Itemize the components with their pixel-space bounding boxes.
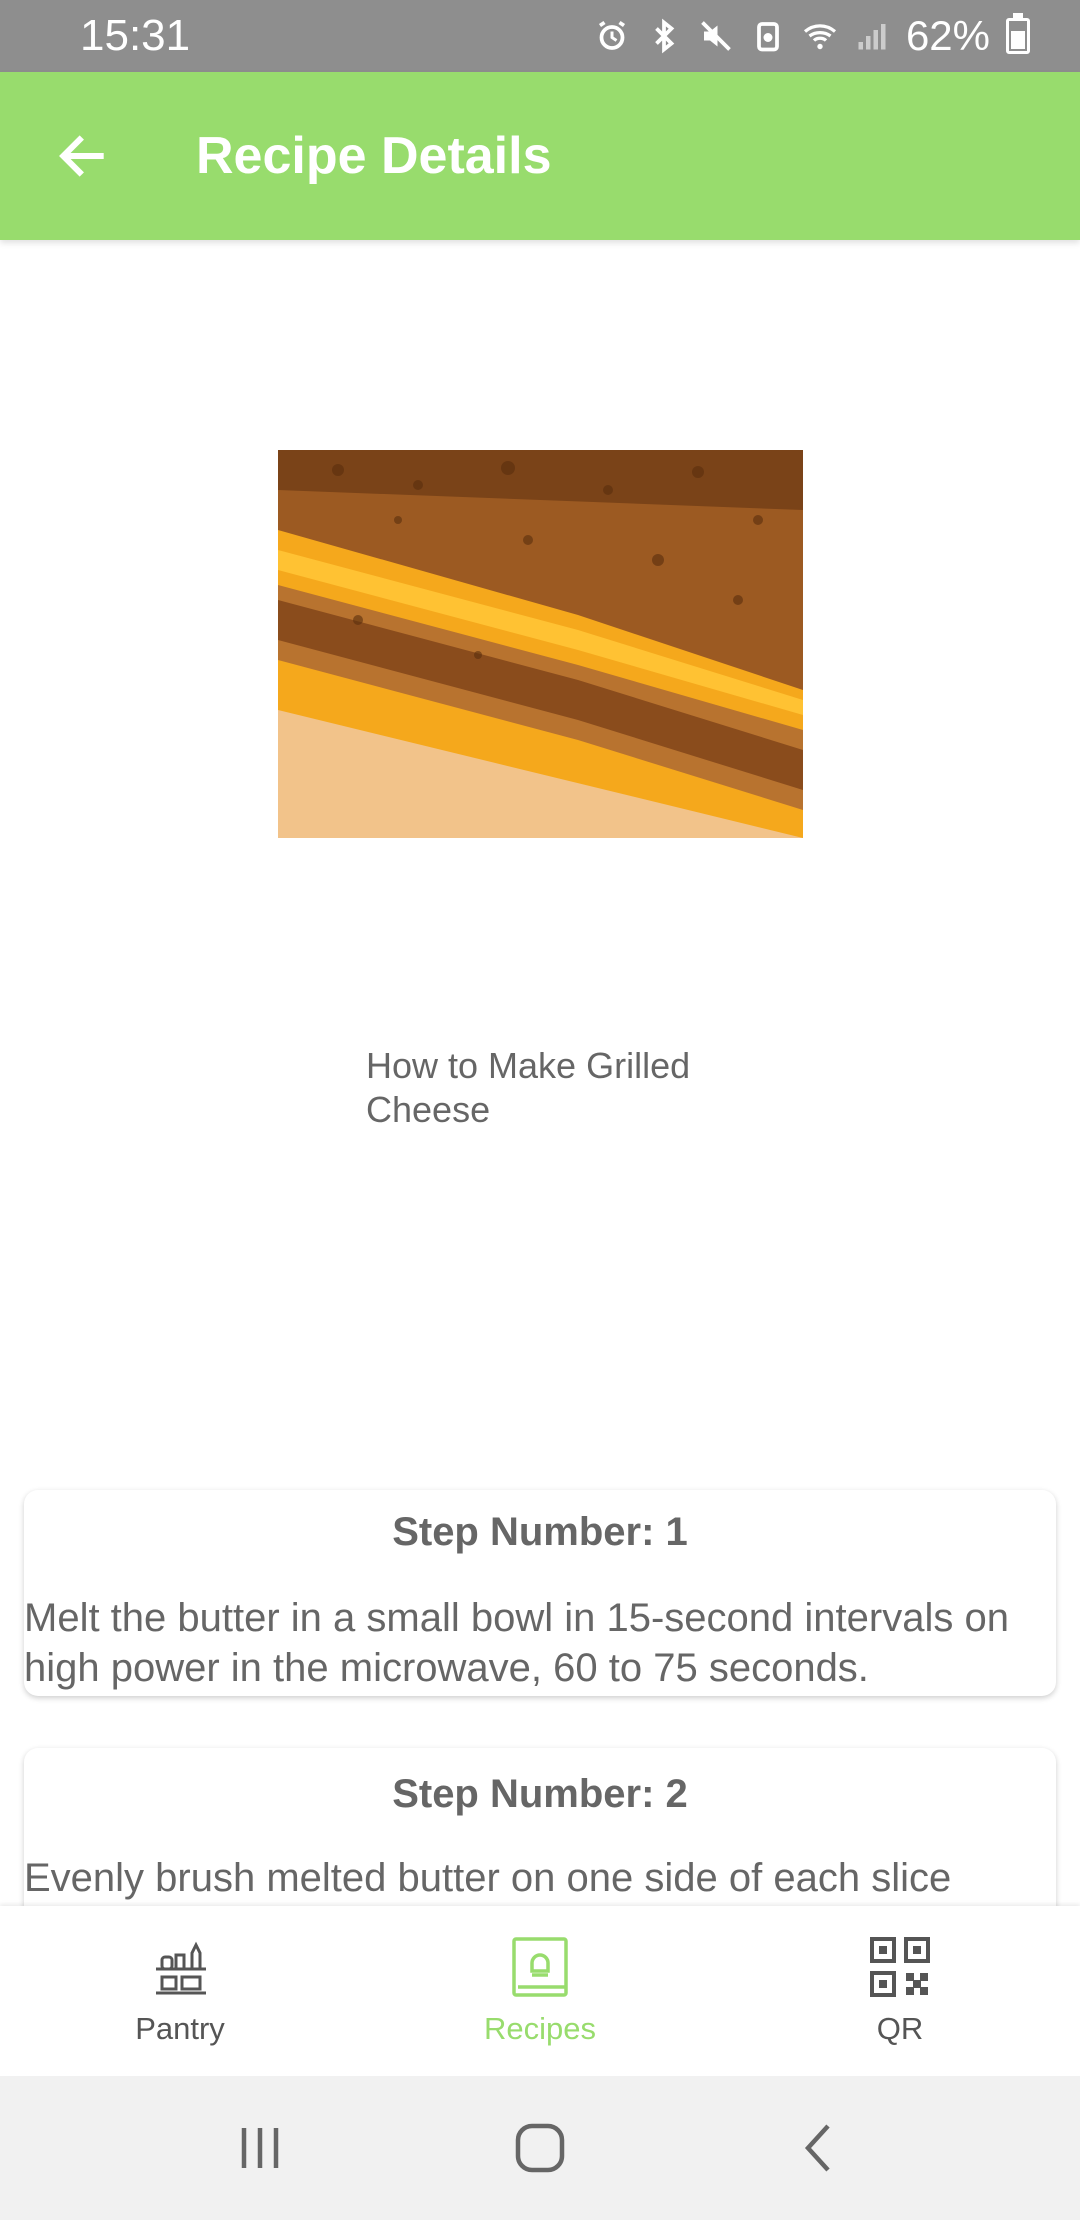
back-button[interactable] [22, 72, 142, 240]
step-card: Step Number: 1 Melt the butter in a smal… [24, 1490, 1056, 1696]
status-icons: 62% [594, 12, 1030, 60]
step-heading: Step Number: 2 [392, 1772, 688, 1816]
recipe-image [278, 450, 803, 838]
battery-saver-icon [757, 22, 779, 52]
pantry-icon [156, 1941, 206, 1995]
nav-item-recipes[interactable]: Recipes [360, 1906, 720, 2076]
recipe-title: How to Make Grilled Cheese [366, 1045, 691, 1130]
recipe-book-icon [512, 1937, 568, 1997]
nav-label-recipes: Recipes [484, 2011, 596, 2046]
signal-icon [858, 24, 886, 50]
grilled-cheese-image [278, 450, 803, 838]
bottom-navigation: Pantry Recipes QR [0, 1906, 1080, 2076]
step-text: Evenly brush melted butter on one side o… [24, 1856, 952, 1900]
alarm-icon [598, 20, 625, 50]
system-navigation-bar [0, 2076, 1080, 2220]
status-time: 15:31 [80, 11, 191, 60]
bluetooth-icon [655, 18, 675, 54]
page-title: Recipe Details [196, 127, 552, 185]
battery-icon [1006, 13, 1030, 54]
arrow-back-icon [59, 135, 104, 177]
status-bar: 15:31 62% [0, 0, 1080, 72]
step-heading: Step Number: 1 [392, 1510, 688, 1554]
nav-item-qr[interactable]: QR [720, 1906, 1080, 2076]
recent-apps-icon[interactable] [230, 2118, 290, 2178]
back-icon[interactable] [790, 2118, 850, 2178]
battery-percent: 62% [905, 12, 990, 59]
qr-code-icon [870, 1937, 930, 1997]
wifi-icon [803, 24, 836, 50]
nav-label-qr: QR [876, 2011, 924, 2046]
nav-label-pantry: Pantry [135, 2011, 225, 2046]
nav-item-pantry[interactable]: Pantry [0, 1906, 360, 2076]
step-text: Melt the butter in a small bowl in 15-se… [24, 1596, 1009, 1690]
app-bar: Recipe Details [0, 72, 1080, 240]
mute-icon [701, 21, 731, 51]
home-icon[interactable] [510, 2118, 570, 2178]
